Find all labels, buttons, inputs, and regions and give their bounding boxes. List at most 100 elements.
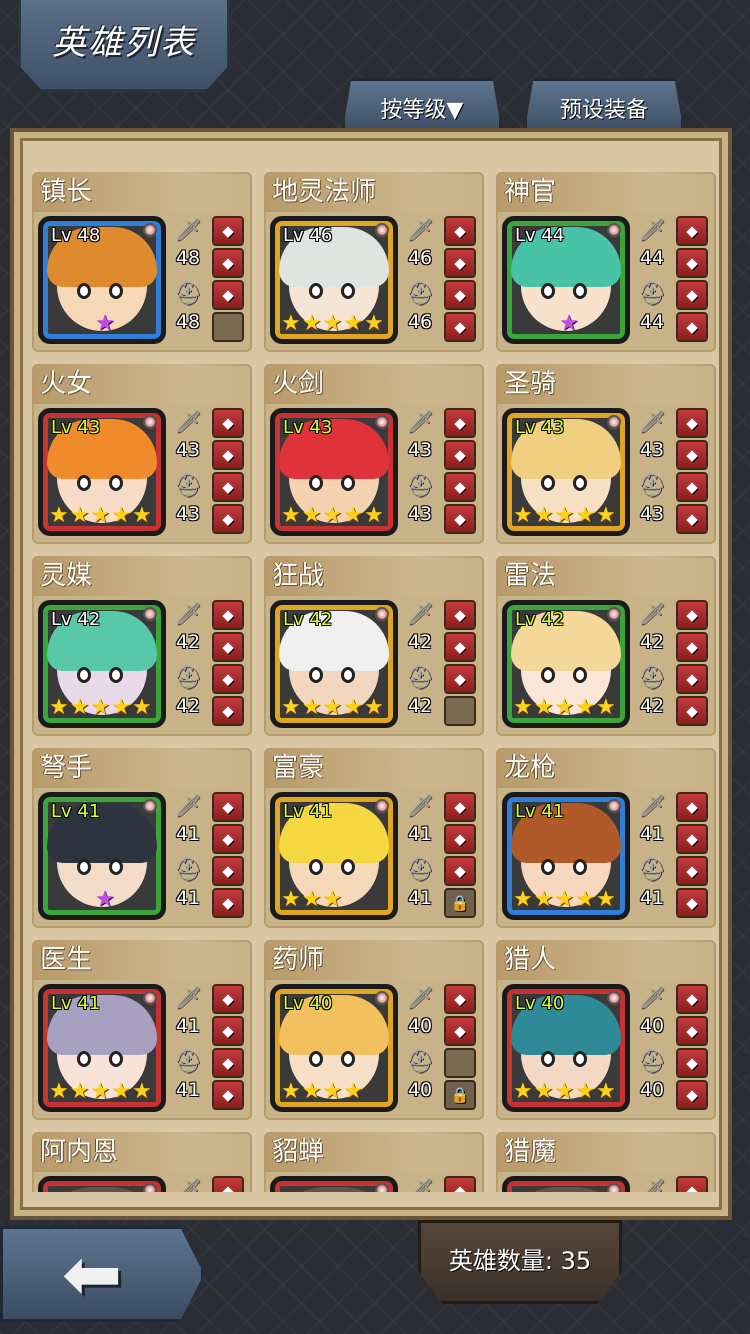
hero-card[interactable]: 猎人 Lv 40 ★ ★ ★ ★ ★ 🗡 40 ⛑ 40 ◆ ◆ ◆ ◆ [496, 940, 716, 1120]
equipment-slot[interactable]: ◆ [444, 856, 476, 886]
equipment-slot[interactable]: ◆ [676, 280, 708, 310]
equipment-slot[interactable]: ◆ [212, 632, 244, 662]
equipment-slot[interactable]: ◆ [676, 312, 708, 342]
equipment-slot[interactable]: ◆ [212, 696, 244, 726]
hero-card[interactable]: 灵媒 Lv 42 ★ ★ ★ ★ ★ 🗡 42 ⛑ 42 ◆ ◆ ◆ ◆ [32, 556, 252, 736]
equipment-slot[interactable]: ◆ [676, 600, 708, 630]
hero-card[interactable]: 火剑 Lv 43 ★ ★ ★ ★ ★ 🗡 43 ⛑ 43 ◆ ◆ ◆ ◆ [264, 364, 484, 544]
equipment-slot[interactable]: ◆ [444, 792, 476, 822]
equipment-slot[interactable]: ◆ [676, 440, 708, 470]
equipment-slot[interactable]: ◆ [212, 1080, 244, 1110]
hero-card[interactable]: 貂蝉🗡⛑◆◆◆◆ [264, 1132, 484, 1192]
hero-card[interactable]: 火女 Lv 43 ★ ★ ★ ★ ★ 🗡 43 ⛑ 43 ◆ ◆ ◆ ◆ [32, 364, 252, 544]
equipment-slot[interactable]: ◆ [676, 824, 708, 854]
equipment-slot[interactable]: ◆ [212, 408, 244, 438]
equipment-slot[interactable]: ◆ [676, 408, 708, 438]
hero-portrait[interactable] [38, 1176, 166, 1192]
hero-portrait[interactable]: Lv 42 ★ ★ ★ ★ ★ [502, 600, 630, 728]
equipment-slot[interactable]: ◆ [212, 1176, 244, 1192]
hero-card[interactable]: 药师 Lv 40 ★ ★ ★ ★ 🗡 40 ⛑ 40 ◆ ◆ 🔒 [264, 940, 484, 1120]
back-button[interactable]: ⬅ [0, 1226, 204, 1322]
hero-portrait[interactable]: Lv 41 ★ ★ ★ ★ ★ [502, 792, 630, 920]
empty-equipment-slot[interactable] [444, 696, 476, 726]
equipment-slot[interactable]: ◆ [444, 408, 476, 438]
hero-card[interactable]: 阿内恩🗡⛑◆◆◆◆ [32, 1132, 252, 1192]
equipment-slot[interactable]: ◆ [444, 632, 476, 662]
equipment-slot[interactable]: ◆ [676, 984, 708, 1014]
equipment-slot[interactable]: ◆ [676, 216, 708, 246]
hero-portrait[interactable] [502, 1176, 630, 1192]
equipment-slot[interactable]: ◆ [444, 984, 476, 1014]
hero-card[interactable]: 神官 Lv 44 ★ 🗡 44 ⛑ 44 ◆ ◆ ◆ ◆ [496, 172, 716, 352]
equipment-slot[interactable]: ◆ [212, 824, 244, 854]
hero-card[interactable]: 镇长 Lv 48 ★ 🗡 48 ⛑ 48 ◆ ◆ ◆ [32, 172, 252, 352]
equipment-slot[interactable]: ◆ [212, 856, 244, 886]
hero-card[interactable]: 圣骑 Lv 43 ★ ★ ★ ★ ★ 🗡 43 ⛑ 43 ◆ ◆ ◆ ◆ [496, 364, 716, 544]
hero-portrait[interactable]: Lv 40 ★ ★ ★ ★ [270, 984, 398, 1112]
equipment-slot[interactable]: ◆ [212, 600, 244, 630]
equipment-slot[interactable]: ◆ [676, 792, 708, 822]
equipment-slot[interactable]: ◆ [676, 1176, 708, 1192]
equipment-slot[interactable]: ◆ [444, 312, 476, 342]
equipment-slot[interactable]: ◆ [212, 440, 244, 470]
hero-portrait[interactable]: Lv 46 ★ ★ ★ ★ ★ [270, 216, 398, 344]
equipment-slot[interactable]: ◆ [212, 504, 244, 534]
hero-portrait[interactable]: Lv 43 ★ ★ ★ ★ ★ [38, 408, 166, 536]
hero-portrait[interactable]: Lv 43 ★ ★ ★ ★ ★ [270, 408, 398, 536]
equipment-slot[interactable]: ◆ [676, 1016, 708, 1046]
hero-card[interactable]: 雷法 Lv 42 ★ ★ ★ ★ ★ 🗡 42 ⛑ 42 ◆ ◆ ◆ ◆ [496, 556, 716, 736]
equipment-slot[interactable]: ◆ [676, 504, 708, 534]
equipment-slot[interactable]: ◆ [676, 664, 708, 694]
equipment-slot[interactable]: ◆ [676, 856, 708, 886]
hero-portrait[interactable]: Lv 42 ★ ★ ★ ★ ★ [270, 600, 398, 728]
hero-portrait[interactable] [270, 1176, 398, 1192]
equipment-slot[interactable]: ◆ [444, 216, 476, 246]
empty-equipment-slot[interactable] [212, 312, 244, 342]
equipment-slot[interactable]: ◆ [444, 440, 476, 470]
equipment-slot[interactable]: ◆ [444, 664, 476, 694]
equipment-slot[interactable]: ◆ [212, 984, 244, 1014]
hero-card[interactable]: 弩手 Lv 41 ★ 🗡 41 ⛑ 41 ◆ ◆ ◆ ◆ [32, 748, 252, 928]
equipment-slot[interactable]: ◆ [676, 1080, 708, 1110]
equipment-slot[interactable]: ◆ [676, 1048, 708, 1078]
hero-card[interactable]: 地灵法师 Lv 46 ★ ★ ★ ★ ★ 🗡 46 ⛑ 46 ◆ ◆ ◆ ◆ [264, 172, 484, 352]
equipment-slot[interactable]: ◆ [444, 472, 476, 502]
sort-by-level-button[interactable]: 按等级▼ [342, 78, 502, 134]
hero-portrait[interactable]: Lv 40 ★ ★ ★ ★ ★ [502, 984, 630, 1112]
equipment-slot[interactable]: ◆ [676, 696, 708, 726]
equipment-slot[interactable]: ◆ [676, 888, 708, 918]
equipment-slot[interactable]: ◆ [676, 632, 708, 662]
hero-portrait[interactable]: Lv 44 ★ [502, 216, 630, 344]
hero-portrait[interactable]: Lv 41 ★ [38, 792, 166, 920]
equipment-slot[interactable]: ◆ [212, 792, 244, 822]
hero-card[interactable]: 龙枪 Lv 41 ★ ★ ★ ★ ★ 🗡 41 ⛑ 41 ◆ ◆ ◆ ◆ [496, 748, 716, 928]
equipment-slot[interactable]: ◆ [444, 824, 476, 854]
hero-portrait[interactable]: Lv 42 ★ ★ ★ ★ ★ [38, 600, 166, 728]
hero-list-scroll[interactable]: 镇长 Lv 48 ★ 🗡 48 ⛑ 48 ◆ ◆ ◆ 地灵法师 Lv 46 ★ ★ ★ ★ ★ 🗡 46 ⛑ 46 ◆ ◆ ◆… [32, 172, 726, 1192]
equipment-slot[interactable]: ◆ [212, 216, 244, 246]
equipment-slot[interactable]: ◆ [212, 248, 244, 278]
equipment-slot[interactable]: ◆ [676, 248, 708, 278]
equipment-slot[interactable]: ◆ [212, 664, 244, 694]
equipment-slot[interactable]: ◆ [212, 472, 244, 502]
hero-card[interactable]: 猎魔🗡⛑◆◆◆◆ [496, 1132, 716, 1192]
hero-card[interactable]: 狂战 Lv 42 ★ ★ ★ ★ ★ 🗡 42 ⛑ 42 ◆ ◆ ◆ [264, 556, 484, 736]
hero-portrait[interactable]: Lv 41 ★ ★ ★ ★ ★ [38, 984, 166, 1112]
equipment-slot[interactable]: ◆ [212, 1016, 244, 1046]
equipment-slot[interactable]: ◆ [212, 888, 244, 918]
equipment-slot[interactable]: ◆ [444, 504, 476, 534]
equipment-slot[interactable]: ◆ [444, 1176, 476, 1192]
equipment-slot[interactable]: ◆ [676, 472, 708, 502]
equipment-slot[interactable]: ◆ [444, 280, 476, 310]
empty-equipment-slot[interactable] [444, 1048, 476, 1078]
equipment-slot[interactable]: ◆ [212, 280, 244, 310]
hero-portrait[interactable]: Lv 41 ★ ★ ★ [270, 792, 398, 920]
equipment-slot[interactable]: ◆ [212, 1048, 244, 1078]
preset-equipment-button[interactable]: 预设装备 [524, 78, 684, 134]
lock-icon[interactable]: 🔒 [444, 888, 476, 918]
equipment-slot[interactable]: ◆ [444, 600, 476, 630]
lock-icon[interactable]: 🔒 [444, 1080, 476, 1110]
equipment-slot[interactable]: ◆ [444, 248, 476, 278]
hero-portrait[interactable]: Lv 48 ★ [38, 216, 166, 344]
hero-card[interactable]: 医生 Lv 41 ★ ★ ★ ★ ★ 🗡 41 ⛑ 41 ◆ ◆ ◆ ◆ [32, 940, 252, 1120]
